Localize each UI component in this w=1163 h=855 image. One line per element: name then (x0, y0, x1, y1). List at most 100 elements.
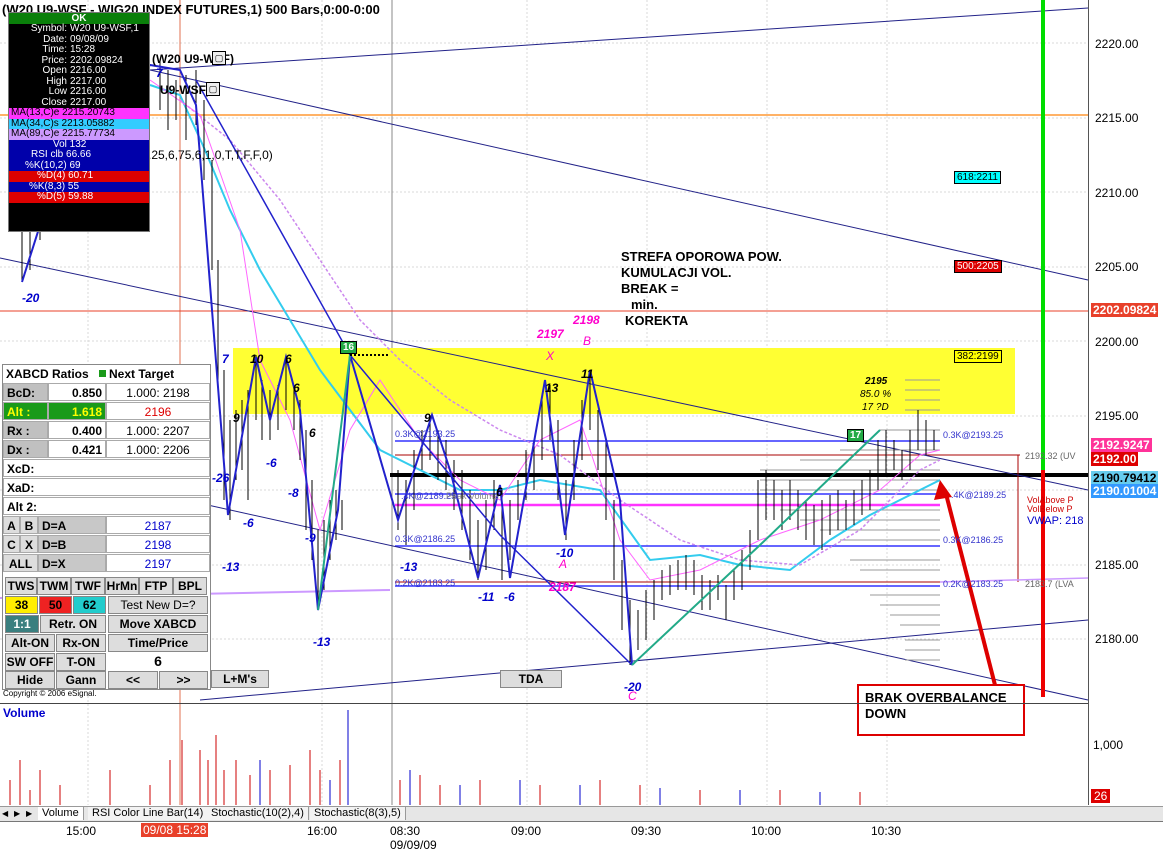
price-axis[interactable]: 2220.00 2215.00 2210.00 2205.00 2200.00 2195.… (1088, 0, 1163, 805)
fib-level-button[interactable]: 38 (5, 596, 38, 614)
pair-b-button[interactable]: B (20, 516, 38, 534)
volume-panel-label: Volume (3, 706, 46, 720)
pattern-b-label: B (583, 334, 591, 348)
t-on-button[interactable]: T-ON (56, 653, 106, 671)
time-axis[interactable]: 15:00 16:00 08:30 09:00 09:30 10:00 10:30 09/0… (0, 821, 1163, 855)
prev-button[interactable]: << (108, 671, 158, 689)
wave-label: -8 (288, 486, 299, 500)
xabcd-mode-button[interactable]: FTP (139, 577, 173, 595)
pair-value: 2187 (106, 516, 210, 534)
ratio-key: Rx : (3, 421, 48, 439)
dw-label: Time: (42, 44, 67, 55)
pattern-2187-label: 2187 (548, 580, 577, 594)
move-xabcd-button[interactable]: Move XABCD (108, 615, 208, 633)
pair-a-button[interactable]: A (3, 516, 20, 534)
xabcd-mode-button[interactable]: TWF (71, 577, 105, 595)
test-new-button[interactable]: Test New D=? (108, 596, 208, 614)
indicator-tab[interactable]: RSI Color Line Bar(14) (88, 807, 209, 820)
pair-a-button[interactable]: C (3, 535, 20, 553)
time-cursor-marker: 09/08 15:28 (141, 823, 209, 837)
alt-on-button[interactable]: Alt-ON (5, 634, 55, 652)
dw-row: Symbol: W20 U9-WSF,1 (9, 23, 149, 35)
lock-icon-2[interactable]: ▢ (206, 82, 220, 96)
time-tick: 16:00 (307, 824, 338, 838)
wave-label: 7 (222, 352, 229, 366)
price-tick: 2215.00 (1095, 111, 1139, 125)
ratio-key: Dx : (3, 440, 48, 458)
wave-label: -9 (305, 531, 316, 545)
xabcd-ratio-row: Rx :0.400 1.000: 2207 (3, 421, 210, 439)
fib-level-button[interactable]: 62 (73, 596, 106, 614)
copyright: Copyright © 2006 eSignal. (3, 689, 97, 698)
next-target-label: Next Target (109, 367, 175, 381)
time-tick: 10:00 (751, 824, 782, 838)
alt2-row: Alt 2: (3, 497, 210, 515)
uv-label: 2192.32 (UV (1025, 451, 1076, 461)
lm-button[interactable]: L+M's (211, 670, 269, 688)
indicator-tab[interactable]: Stochastic(10(2),4) (207, 807, 309, 820)
wave-label: 13 (545, 381, 559, 395)
ratio-value: 0.850 (48, 383, 106, 401)
pair-relation: D=X (38, 554, 106, 572)
xabcd-mode-button[interactable]: TWS (5, 577, 37, 595)
time-tick: 15:00 (66, 824, 97, 838)
strefa-annotation: STREFA OPOROWA POW. KUMULACJI VOL. BREAK… (621, 249, 782, 328)
time-price-button[interactable]: Time/Price (108, 634, 208, 652)
indicator-tab[interactable]: Stochastic(8(3),5) (310, 807, 406, 820)
xabcd-mode-button[interactable]: HrMn (105, 577, 139, 595)
dw-label: Low (48, 86, 67, 97)
xabcd-ratio-row: BcD: 0.850 1.000: 2198 (3, 383, 210, 401)
indicator-tab[interactable]: Volume (38, 807, 84, 820)
retr-on-button[interactable]: Retr. ON (40, 615, 106, 633)
fib-500-box: 500:2205 (954, 260, 1002, 273)
dw-value: 2216.00 (70, 86, 107, 97)
pair-b-button[interactable]: X (20, 535, 38, 553)
lock-icon[interactable]: ▢ (212, 51, 226, 65)
k2189-right-label: .4K@2189.25 (951, 490, 1006, 500)
xabcd-mode-button[interactable]: BPL (173, 577, 207, 595)
sw-off-button[interactable]: SW OFF (5, 653, 55, 671)
tab-scroll-left-icon[interactable]: ◀ (2, 809, 8, 818)
tda-button[interactable]: TDA (500, 670, 562, 688)
wave-label: -20 (624, 680, 642, 694)
wave-label: 9 (233, 411, 240, 425)
lva-label: 2183.7 (LVA (1025, 579, 1074, 589)
tab-scroll-right-icon-2[interactable]: ▶ (26, 809, 32, 818)
data-window[interactable]: OK Symbol: W20 U9-WSF,1 Date: 09/08/09 Time:… (8, 12, 150, 232)
price-tick: 2205.00 (1095, 260, 1139, 274)
xabcd-pair-row: C X D=B 2198 (3, 535, 210, 553)
dw-ma-row: MA(89,C)e 2215.77734 (9, 128, 149, 140)
wave-label: -6 (504, 590, 515, 604)
wave-label: 7 (156, 66, 163, 80)
gann-button[interactable]: Gann (56, 671, 106, 689)
green-projection-line-2 (631, 429, 881, 666)
tab-scroll-right-icon[interactable]: ▶ (14, 809, 20, 818)
k2186-left-label: 0.3K@2186.25 (395, 534, 455, 544)
wave-label: -6 (243, 516, 254, 530)
rx-on-button[interactable]: Rx-ON (56, 634, 106, 652)
pair-a-button[interactable]: ALL (3, 554, 38, 572)
dw-value: 2202.09824 (70, 54, 123, 66)
six-value[interactable]: 6 (108, 653, 208, 671)
wave-label: 6 (285, 352, 292, 366)
price-tick: 2220.00 (1095, 37, 1139, 51)
proj-2195-label: 2195 (864, 376, 888, 387)
volume-bars (9, 735, 861, 805)
dw-value: 15:28 (70, 44, 96, 55)
wave-label: -13 (222, 560, 240, 574)
data-window-ma: MA(13,C)e 2215.20743 MA(34,C)s 2213.05882… (9, 107, 149, 140)
wave-label: -6 (266, 456, 277, 470)
next-button[interactable]: >> (159, 671, 208, 689)
xabcd-mode-button[interactable]: TWM (37, 577, 71, 595)
wave-label: -13 (313, 635, 331, 649)
xabcd-pair-row: A B D=A 2187 (3, 516, 210, 534)
hide-button[interactable]: Hide (5, 671, 55, 689)
ratio-button[interactable]: 1:1 (5, 615, 39, 633)
ratio-target: 1.000: 2207 (106, 421, 210, 439)
price-marker: 2192.00 (1091, 452, 1139, 466)
fib-level-button[interactable]: 50 (39, 596, 72, 614)
k2193-left-label: 0.3K@2193.25 (395, 429, 455, 439)
ratio-value: 0.421 (48, 440, 106, 458)
xabcd-panel[interactable]: XABCD Ratios Next Target BcD: 0.850 1.000:… (2, 364, 211, 690)
dw-d4: %D(4) 60.71 (9, 170, 149, 182)
